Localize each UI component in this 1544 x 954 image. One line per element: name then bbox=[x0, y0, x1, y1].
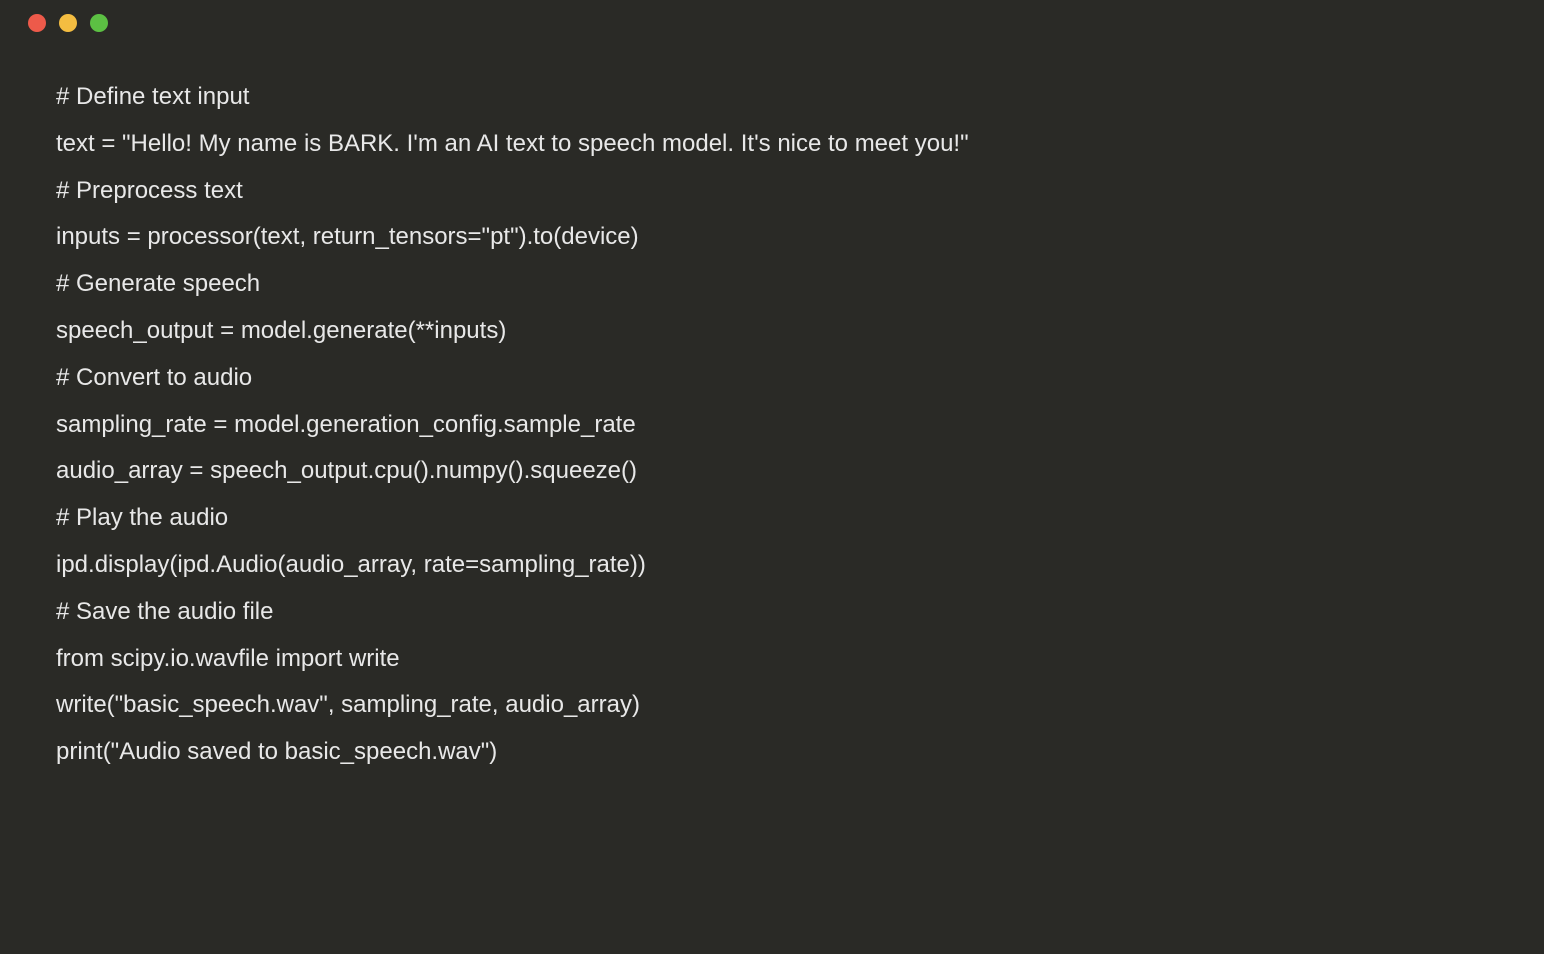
code-line: sampling_rate = model.generation_config.… bbox=[56, 402, 1488, 449]
code-editor-area[interactable]: # Define text input text = "Hello! My na… bbox=[0, 42, 1544, 816]
code-line: speech_output = model.generate(**inputs) bbox=[56, 308, 1488, 355]
code-line: # Define text input bbox=[56, 74, 1488, 121]
code-line: print("Audio saved to basic_speech.wav") bbox=[56, 729, 1488, 776]
code-line: audio_array = speech_output.cpu().numpy(… bbox=[56, 448, 1488, 495]
code-line: text = "Hello! My name is BARK. I'm an A… bbox=[56, 121, 1488, 168]
code-line: # Convert to audio bbox=[56, 355, 1488, 402]
code-line: ipd.display(ipd.Audio(audio_array, rate=… bbox=[56, 542, 1488, 589]
close-icon[interactable] bbox=[28, 14, 46, 32]
code-line: # Preprocess text bbox=[56, 168, 1488, 215]
code-line: # Save the audio file bbox=[56, 589, 1488, 636]
code-line: # Play the audio bbox=[56, 495, 1488, 542]
code-line: # Generate speech bbox=[56, 261, 1488, 308]
maximize-icon[interactable] bbox=[90, 14, 108, 32]
window-controls bbox=[0, 0, 1544, 42]
minimize-icon[interactable] bbox=[59, 14, 77, 32]
code-line: from scipy.io.wavfile import write bbox=[56, 636, 1488, 683]
code-line: inputs = processor(text, return_tensors=… bbox=[56, 214, 1488, 261]
code-line: write("basic_speech.wav", sampling_rate,… bbox=[56, 682, 1488, 729]
